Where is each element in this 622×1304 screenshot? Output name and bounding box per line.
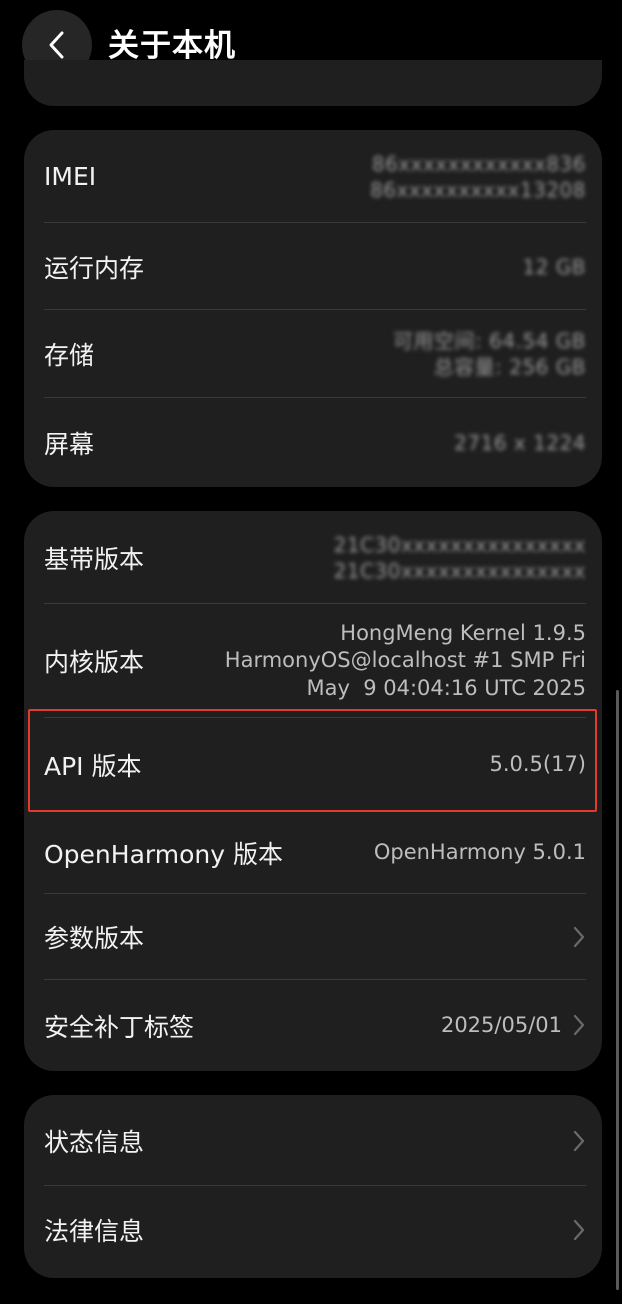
kernel-value-3: May 9 04:04:16 UTC 2025 (306, 675, 586, 700)
kernel-row: 内核版本 HongMeng Kernel 1.9.5 HarmonyOS@loc… (44, 604, 586, 718)
previous-card-edge (24, 60, 602, 106)
page-title: 关于本机 (108, 28, 236, 64)
screen-value: 2716 x 1224 (454, 430, 586, 455)
chevron-right-icon (573, 926, 585, 948)
parameter-version-row[interactable]: 参数版本 (44, 894, 586, 980)
parameter-version-label: 参数版本 (44, 924, 145, 953)
status-info-row[interactable]: 状态信息 (44, 1095, 586, 1186)
imei-value: 86xxxxxxxxxxxx836 86xxxxxxxxxx13208 (370, 151, 586, 203)
openharmony-version-value: OpenHarmony 5.0.1 (373, 839, 586, 864)
screen-row: 屏幕 2716 x 1224 (44, 398, 586, 487)
storage-row: 存储 可用空间: 64.54 GB 总容量: 256 GB (44, 310, 586, 398)
imei-label: IMEI (44, 162, 97, 191)
status-info-label: 状态信息 (44, 1127, 145, 1157)
kernel-value-1: HongMeng Kernel 1.9.5 (340, 621, 586, 646)
chevron-right-icon (573, 1130, 585, 1151)
legal-info-row[interactable]: 法律信息 (44, 1186, 586, 1274)
legal-info-label: 法律信息 (44, 1217, 145, 1246)
kernel-value-2: HarmonyOS@localhost #1 SMP Fri (224, 648, 586, 673)
chevron-right-icon (573, 1219, 585, 1241)
baseband-label: 基带版本 (44, 544, 145, 574)
screen-label: 屏幕 (44, 429, 95, 459)
storage-value: 可用空间: 64.54 GB 总容量: 256 GB (393, 328, 586, 380)
scrollbar[interactable] (616, 690, 619, 1290)
ram-label: 运行内存 (44, 253, 145, 283)
info-card: 状态信息 法律信息 (24, 1095, 602, 1278)
chevron-left-icon (49, 31, 64, 59)
baseband-row: 基带版本 21C30xxxxxxxxxxxxxxx 21C30xxxxxxxxx… (44, 511, 586, 604)
version-info-card: 基带版本 21C30xxxxxxxxxxxxxxx 21C30xxxxxxxxx… (24, 511, 602, 1071)
security-patch-row[interactable]: 安全补丁标签 2025/05/01 (44, 980, 586, 1071)
api-version-row: API 版本 5.0.5(17) (44, 718, 586, 811)
storage-label: 存储 (44, 341, 95, 370)
kernel-label: 内核版本 (44, 648, 145, 677)
baseband-value-1: 21C30xxxxxxxxxxxxxxx (333, 532, 586, 557)
security-patch-value: 2025/05/01 (440, 1012, 562, 1037)
api-version-label: API 版本 (44, 751, 142, 781)
imei-value-2: 86xxxxxxxxxx13208 (370, 177, 586, 202)
openharmony-version-label: OpenHarmony 版本 (44, 839, 283, 869)
baseband-value: 21C30xxxxxxxxxxxxxxx 21C30xxxxxxxxxxxxxx… (334, 532, 586, 584)
ram-row: 运行内存 12 GB (44, 223, 586, 310)
chevron-right-icon (573, 1015, 585, 1036)
imei-value-1: 86xxxxxxxxxxxx836 (371, 151, 586, 176)
storage-available: 可用空间: 64.54 GB (393, 329, 586, 353)
api-version-value: 5.0.5(17) (489, 751, 586, 776)
device-info-card: IMEI 86xxxxxxxxxxxx836 86xxxxxxxxxx13208… (24, 130, 602, 487)
kernel-value: HongMeng Kernel 1.9.5 HarmonyOS@localhos… (225, 620, 586, 702)
storage-total: 总容量: 256 GB (433, 355, 586, 379)
baseband-value-2: 21C30xxxxxxxxxxxxxxx (333, 558, 586, 583)
openharmony-version-row: OpenHarmony 版本 OpenHarmony 5.0.1 (44, 811, 586, 894)
imei-row: IMEI 86xxxxxxxxxxxx836 86xxxxxxxxxx13208 (44, 130, 586, 223)
ram-value: 12 GB (522, 254, 586, 279)
security-patch-label: 安全补丁标签 (44, 1012, 195, 1042)
